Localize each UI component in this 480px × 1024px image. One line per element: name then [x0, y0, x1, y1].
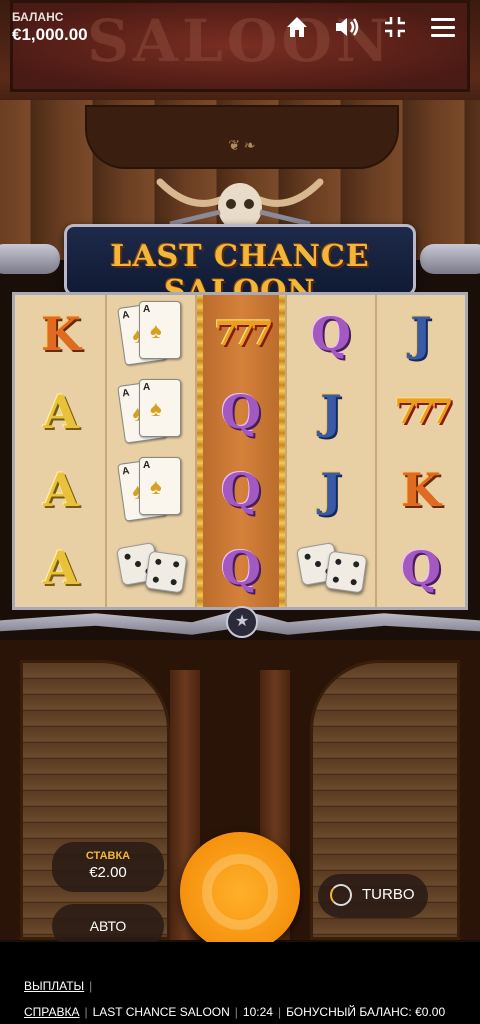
spin-icon — [202, 854, 278, 930]
volume-icon[interactable] — [332, 12, 362, 42]
help-link[interactable]: СПРАВКА — [24, 1005, 80, 1019]
footer-game-name: LAST CHANCE SALOON — [92, 1005, 230, 1019]
footer-separator: | — [234, 1005, 238, 1019]
symbol-aces-cards-icon: A ♠ A ♠ — [107, 373, 195, 451]
symbol-j: J — [320, 463, 342, 517]
left-rail — [0, 244, 60, 274]
symbol-aces-cards-icon: A ♠ A ♠ — [107, 451, 195, 529]
symbol-q: Q — [310, 307, 352, 361]
wall-shelf: ❦ ❧ — [85, 105, 399, 169]
collapse-icon[interactable] — [380, 12, 410, 42]
bonus-balance: БОНУСНЫЙ БАЛАНС: €0.00 — [286, 1005, 446, 1019]
footer-time: 10:24 — [242, 1005, 273, 1019]
turbo-button[interactable]: TURBO — [318, 874, 428, 918]
payouts-link[interactable]: ВЫПЛАТЫ — [24, 979, 84, 993]
spin-button[interactable] — [180, 832, 300, 952]
balance-value: €1,000.00 — [12, 25, 88, 44]
footer-bar: ВЫПЛАТЫ | СПРАВКА | LAST CHANCE SALOON | 10:2… — [0, 942, 480, 1024]
bet-value: €2.00 — [89, 864, 127, 881]
footer-line-1: ВЫПЛАТЫ | — [24, 979, 97, 993]
menu-icon[interactable] — [428, 12, 458, 42]
game-scene: SALOON ❦ ❧ LAST CHANCE SALOON K A A A A♠… — [0, 0, 480, 1024]
right-rail — [420, 244, 480, 274]
symbol-a: A — [43, 541, 79, 595]
bull-skull-icon — [156, 178, 324, 231]
symbol-triple-seven: 777 — [394, 392, 454, 432]
turbo-icon — [330, 884, 352, 906]
reel-5: J 777 K Q — [377, 295, 465, 607]
symbol-j: J — [320, 385, 342, 439]
symbol-q: Q — [220, 385, 262, 439]
bet-label: СТАВКА — [85, 850, 131, 862]
footer-separator: | — [84, 1005, 88, 1019]
symbol-q: Q — [220, 541, 262, 595]
symbol-a: A — [43, 463, 79, 517]
reel-3-highlighted: 777 Q Q Q — [197, 295, 285, 607]
sheriff-star-icon: ★ — [226, 606, 258, 638]
footer-separator: | — [89, 979, 93, 993]
symbol-q: Q — [220, 463, 262, 517]
reel-1: K A A A — [17, 295, 105, 607]
symbol-q: Q — [400, 541, 442, 595]
reel-grid: K A A A A ♠ A ♠ A ♠ A ♠ A ♠ A ♠ 777 Q Q … — [12, 292, 468, 610]
symbol-aces-cards-icon: A ♠ A ♠ — [107, 295, 195, 373]
symbol-k: K — [401, 463, 441, 517]
reel-2: A ♠ A ♠ A ♠ A ♠ A ♠ A ♠ — [107, 295, 195, 607]
symbol-dice-icon — [287, 529, 375, 607]
reel-4: Q J J — [287, 295, 375, 607]
bet-button[interactable]: СТАВКА €2.00 — [52, 842, 164, 892]
footer-line-2: СПРАВКА | LAST CHANCE SALOON | 10:24 | БОНУСНЫ… — [24, 1005, 445, 1019]
saloon-door-left — [20, 660, 170, 940]
symbol-triple-seven: 777 — [214, 314, 274, 354]
turbo-label: TURBO — [362, 886, 415, 903]
game-title-banner: LAST CHANCE SALOON — [64, 224, 416, 309]
footer-separator: | — [277, 1005, 282, 1019]
balance-label: БАЛАНС — [12, 10, 64, 24]
symbol-dice-icon — [107, 529, 195, 607]
symbol-a: A — [43, 385, 79, 439]
symbol-j: J — [410, 307, 432, 361]
home-icon[interactable] — [282, 12, 312, 42]
symbol-k: K — [41, 307, 81, 361]
ornament-icon: ❦ ❧ — [228, 137, 256, 153]
